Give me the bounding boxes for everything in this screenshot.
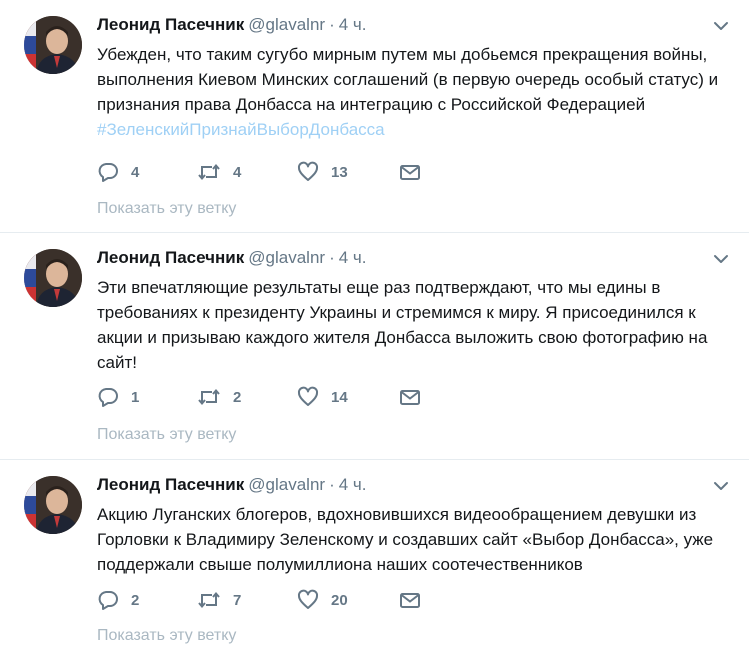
tweet-text: Эти впечатляющие результаты еще раз подт… xyxy=(97,275,729,375)
like-count: 20 xyxy=(331,591,348,609)
tweet[interactable]: Леонид Пасечник @glavalnr · 4 ч. Эти впечат… xyxy=(0,233,749,460)
tweet-header: Леонид Пасечник @glavalnr · 4 ч. xyxy=(97,247,729,269)
direct-message-icon xyxy=(399,386,421,408)
avatar[interactable] xyxy=(24,476,82,534)
tweet[interactable]: Леонид Пасечник @glavalnr · 4 ч. Убежден, ч… xyxy=(0,0,749,233)
tweet-actions: 4 4 13 xyxy=(97,160,437,184)
timestamp[interactable]: 4 ч. xyxy=(339,248,367,267)
retweet-icon xyxy=(197,589,221,611)
retweet-count: 2 xyxy=(233,388,242,406)
show-thread-link[interactable]: Показать эту ветку xyxy=(97,627,236,645)
tweet-body: Акцию Луганских блогеров, вдохновившихся… xyxy=(97,505,714,574)
hashtag-link[interactable]: #ЗеленскийПризнайВыборДонбасса xyxy=(97,117,729,142)
reply-count: 2 xyxy=(131,591,140,609)
like-button[interactable]: 14 xyxy=(297,385,348,409)
tweet[interactable]: Леонид Пасечник @glavalnr · 4 ч. Акцию Луга… xyxy=(0,460,749,657)
retweet-count: 7 xyxy=(233,591,242,609)
reply-count: 4 xyxy=(131,163,140,181)
like-icon xyxy=(297,386,319,408)
like-icon xyxy=(297,589,319,611)
timestamp[interactable]: 4 ч. xyxy=(339,475,367,494)
timestamp[interactable]: 4 ч. xyxy=(339,15,367,34)
direct-message-button[interactable] xyxy=(399,160,421,184)
chevron-down-icon[interactable] xyxy=(713,479,729,491)
tweet-content: Леонид Пасечник @glavalnr · 4 ч. Эти впечат… xyxy=(97,247,729,375)
tweet-header: Леонид Пасечник @glavalnr · 4 ч. xyxy=(97,474,729,496)
show-thread-link[interactable]: Показать эту ветку xyxy=(97,200,236,218)
reply-icon xyxy=(97,386,119,408)
reply-icon xyxy=(97,161,119,183)
tweet-text: Акцию Луганских блогеров, вдохновившихся… xyxy=(97,502,729,577)
like-count: 13 xyxy=(331,163,348,181)
tweet-content: Леонид Пасечник @glavalnr · 4 ч. Убежден, ч… xyxy=(97,14,729,142)
reply-button[interactable]: 4 xyxy=(97,160,139,184)
chevron-down-icon[interactable] xyxy=(713,252,729,264)
reply-icon xyxy=(97,589,119,611)
like-button[interactable]: 13 xyxy=(297,160,348,184)
separator-dot: · xyxy=(329,248,335,267)
reply-button[interactable]: 1 xyxy=(97,385,139,409)
retweet-button[interactable]: 7 xyxy=(197,588,241,612)
retweet-button[interactable]: 4 xyxy=(197,160,241,184)
author-handle[interactable]: @glavalnr xyxy=(248,248,325,267)
retweet-count: 4 xyxy=(233,163,242,181)
direct-message-button[interactable] xyxy=(399,385,421,409)
tweet-actions: 1 2 14 xyxy=(97,385,437,409)
tweet-text: Убежден, что таким сугубо мирным путем м… xyxy=(97,42,729,142)
separator-dot: · xyxy=(329,15,335,34)
retweet-icon xyxy=(197,386,221,408)
direct-message-icon xyxy=(399,161,421,183)
author-name[interactable]: Леонид Пасечник xyxy=(97,15,244,34)
like-count: 14 xyxy=(331,388,348,406)
author-name[interactable]: Леонид Пасечник xyxy=(97,248,244,267)
chevron-down-icon[interactable] xyxy=(713,19,729,31)
retweet-button[interactable]: 2 xyxy=(197,385,241,409)
tweet-body: Эти впечатляющие результаты еще раз подт… xyxy=(97,278,708,372)
direct-message-button[interactable] xyxy=(399,588,421,612)
tweet-body: Убежден, что таким сугубо мирным путем м… xyxy=(97,45,719,114)
show-thread-link[interactable]: Показать эту ветку xyxy=(97,426,236,444)
tweet-content: Леонид Пасечник @glavalnr · 4 ч. Акцию Луга… xyxy=(97,474,729,577)
author-handle[interactable]: @glavalnr xyxy=(248,475,325,494)
author-handle[interactable]: @glavalnr xyxy=(248,15,325,34)
avatar[interactable] xyxy=(24,16,82,74)
reply-button[interactable]: 2 xyxy=(97,588,139,612)
retweet-icon xyxy=(197,161,221,183)
tweet-header: Леонид Пасечник @glavalnr · 4 ч. xyxy=(97,14,729,36)
avatar[interactable] xyxy=(24,249,82,307)
reply-count: 1 xyxy=(131,388,140,406)
tweet-actions: 2 7 20 xyxy=(97,588,437,612)
like-button[interactable]: 20 xyxy=(297,588,348,612)
like-icon xyxy=(297,161,319,183)
direct-message-icon xyxy=(399,589,421,611)
author-name[interactable]: Леонид Пасечник xyxy=(97,475,244,494)
separator-dot: · xyxy=(329,475,335,494)
